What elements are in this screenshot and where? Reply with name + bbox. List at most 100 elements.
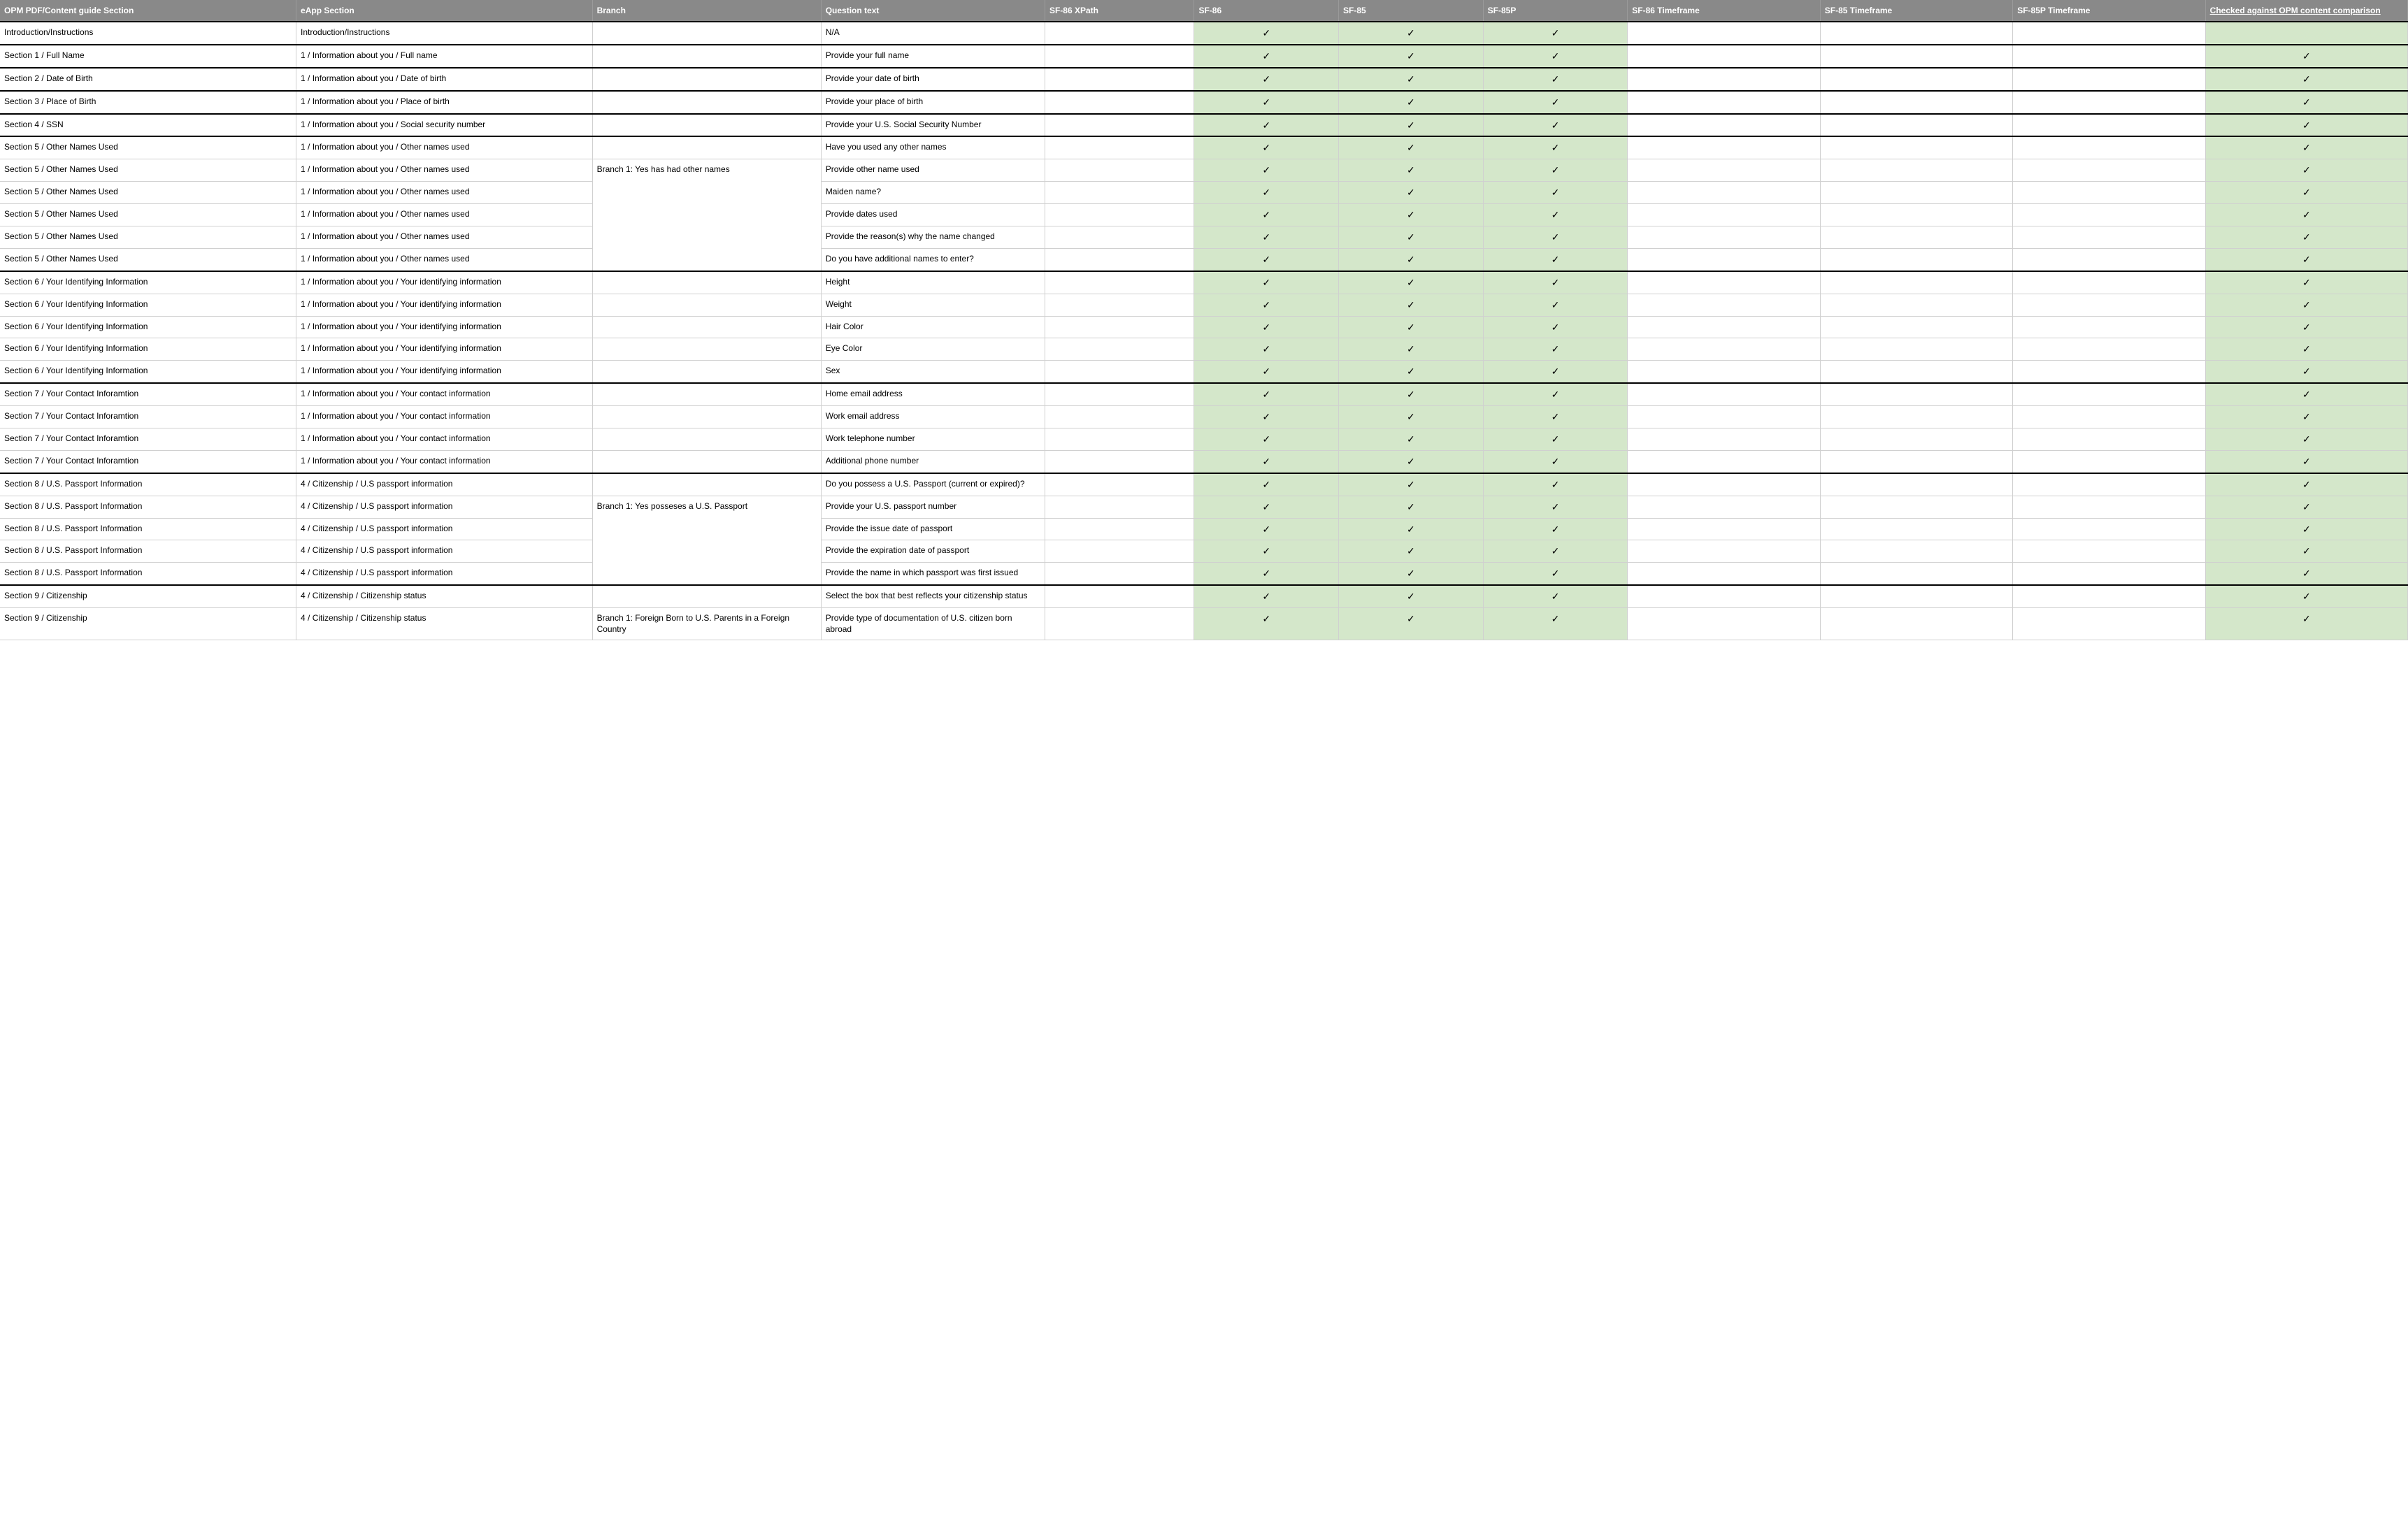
cell-opm-section[interactable]: Section 8 / U.S. Passport Information — [0, 496, 296, 518]
cell-checked[interactable]: ✓ — [2205, 406, 2407, 428]
cell-opm-section[interactable]: Section 6 / Your Identifying Information — [0, 316, 296, 338]
cell-branch[interactable] — [592, 316, 821, 338]
header-tf85[interactable]: SF-85 Timeframe — [1820, 0, 2012, 22]
cell-xpath[interactable] — [1045, 450, 1194, 473]
header-tf85p[interactable]: SF-85P Timeframe — [2013, 0, 2205, 22]
cell-question-text[interactable]: Maiden name? — [821, 182, 1045, 204]
cell-question-text[interactable]: Provide your U.S. Social Security Number — [821, 114, 1045, 137]
cell-tf86[interactable] — [1628, 45, 1820, 68]
cell-tf85[interactable] — [1820, 406, 2012, 428]
cell-sf86[interactable]: ✓ — [1194, 518, 1339, 540]
cell-tf85p[interactable] — [2013, 496, 2205, 518]
cell-branch[interactable] — [592, 406, 821, 428]
cell-eapp-section[interactable]: Introduction/Instructions — [296, 22, 593, 45]
cell-sf85[interactable]: ✓ — [1339, 294, 1484, 316]
cell-sf86[interactable]: ✓ — [1194, 563, 1339, 585]
cell-tf85[interactable] — [1820, 473, 2012, 496]
cell-sf85[interactable]: ✓ — [1339, 338, 1484, 361]
cell-opm-section[interactable]: Section 8 / U.S. Passport Information — [0, 563, 296, 585]
cell-sf86[interactable]: ✓ — [1194, 45, 1339, 68]
cell-tf86[interactable] — [1628, 473, 1820, 496]
cell-question-text[interactable]: Do you possess a U.S. Passport (current … — [821, 473, 1045, 496]
cell-xpath[interactable] — [1045, 428, 1194, 451]
cell-sf85p[interactable]: ✓ — [1483, 518, 1628, 540]
cell-question-text[interactable]: Additional phone number — [821, 450, 1045, 473]
header-sf85[interactable]: SF-85 — [1339, 0, 1484, 22]
cell-opm-section[interactable]: Section 9 / Citizenship — [0, 585, 296, 607]
cell-xpath[interactable] — [1045, 159, 1194, 182]
cell-tf85p[interactable] — [2013, 45, 2205, 68]
cell-sf85p[interactable]: ✓ — [1483, 136, 1628, 159]
cell-opm-section[interactable]: Section 7 / Your Contact Inforamtion — [0, 428, 296, 451]
cell-sf85[interactable]: ✓ — [1339, 406, 1484, 428]
cell-opm-section[interactable]: Section 8 / U.S. Passport Information — [0, 473, 296, 496]
cell-xpath[interactable] — [1045, 248, 1194, 271]
cell-opm-section[interactable]: Section 9 / Citizenship — [0, 608, 296, 640]
cell-tf86[interactable] — [1628, 450, 1820, 473]
cell-tf85p[interactable] — [2013, 585, 2205, 607]
cell-sf85p[interactable]: ✓ — [1483, 473, 1628, 496]
cell-eapp-section[interactable]: 1 / Information about you / Other names … — [296, 204, 593, 226]
cell-sf86[interactable]: ✓ — [1194, 361, 1339, 383]
cell-question-text[interactable]: Have you used any other names — [821, 136, 1045, 159]
cell-sf85[interactable]: ✓ — [1339, 361, 1484, 383]
cell-sf86[interactable]: ✓ — [1194, 114, 1339, 137]
cell-question-text[interactable]: Eye Color — [821, 338, 1045, 361]
cell-branch[interactable] — [592, 91, 821, 114]
cell-opm-section[interactable]: Section 4 / SSN — [0, 114, 296, 137]
cell-sf85p[interactable]: ✓ — [1483, 316, 1628, 338]
cell-tf85[interactable] — [1820, 383, 2012, 405]
cell-checked[interactable]: ✓ — [2205, 68, 2407, 91]
cell-tf85p[interactable] — [2013, 406, 2205, 428]
cell-question-text[interactable]: Height — [821, 271, 1045, 294]
cell-question-text[interactable]: Provide the reason(s) why the name chang… — [821, 226, 1045, 249]
cell-tf85[interactable] — [1820, 540, 2012, 563]
cell-sf85p[interactable]: ✓ — [1483, 271, 1628, 294]
cell-tf85p[interactable] — [2013, 68, 2205, 91]
cell-tf86[interactable] — [1628, 585, 1820, 607]
cell-tf85p[interactable] — [2013, 563, 2205, 585]
cell-eapp-section[interactable]: 1 / Information about you / Your contact… — [296, 383, 593, 405]
cell-tf86[interactable] — [1628, 294, 1820, 316]
cell-checked[interactable]: ✓ — [2205, 361, 2407, 383]
cell-tf85[interactable] — [1820, 91, 2012, 114]
cell-sf86[interactable]: ✓ — [1194, 294, 1339, 316]
cell-sf85[interactable]: ✓ — [1339, 563, 1484, 585]
cell-opm-section[interactable]: Section 5 / Other Names Used — [0, 248, 296, 271]
cell-tf86[interactable] — [1628, 563, 1820, 585]
cell-xpath[interactable] — [1045, 585, 1194, 607]
cell-sf86[interactable]: ✓ — [1194, 271, 1339, 294]
cell-branch[interactable] — [592, 383, 821, 405]
cell-opm-section[interactable]: Section 8 / U.S. Passport Information — [0, 540, 296, 563]
cell-sf85p[interactable]: ✓ — [1483, 450, 1628, 473]
cell-xpath[interactable] — [1045, 316, 1194, 338]
cell-tf86[interactable] — [1628, 226, 1820, 249]
cell-opm-section[interactable]: Section 5 / Other Names Used — [0, 204, 296, 226]
cell-sf85p[interactable]: ✓ — [1483, 294, 1628, 316]
cell-checked[interactable]: ✓ — [2205, 608, 2407, 640]
cell-tf86[interactable] — [1628, 91, 1820, 114]
cell-eapp-section[interactable]: 1 / Information about you / Full name — [296, 45, 593, 68]
cell-sf85p[interactable]: ✓ — [1483, 361, 1628, 383]
cell-sf85p[interactable]: ✓ — [1483, 91, 1628, 114]
cell-opm-section[interactable]: Introduction/Instructions — [0, 22, 296, 45]
cell-sf85[interactable]: ✓ — [1339, 182, 1484, 204]
cell-checked[interactable]: ✓ — [2205, 159, 2407, 182]
cell-question-text[interactable]: Provide the name in which passport was f… — [821, 563, 1045, 585]
cell-checked[interactable] — [2205, 22, 2407, 45]
cell-eapp-section[interactable]: 1 / Information about you / Your contact… — [296, 406, 593, 428]
cell-question-text[interactable]: Do you have additional names to enter? — [821, 248, 1045, 271]
cell-question-text[interactable]: Provide your full name — [821, 45, 1045, 68]
cell-tf85[interactable] — [1820, 518, 2012, 540]
cell-tf86[interactable] — [1628, 182, 1820, 204]
cell-checked[interactable]: ✓ — [2205, 585, 2407, 607]
cell-opm-section[interactable]: Section 5 / Other Names Used — [0, 182, 296, 204]
cell-question-text[interactable]: Provide your U.S. passport number — [821, 496, 1045, 518]
cell-tf85[interactable] — [1820, 496, 2012, 518]
cell-sf86[interactable]: ✓ — [1194, 473, 1339, 496]
cell-tf85[interactable] — [1820, 428, 2012, 451]
cell-tf86[interactable] — [1628, 159, 1820, 182]
cell-xpath[interactable] — [1045, 22, 1194, 45]
cell-sf85[interactable]: ✓ — [1339, 159, 1484, 182]
cell-xpath[interactable] — [1045, 518, 1194, 540]
